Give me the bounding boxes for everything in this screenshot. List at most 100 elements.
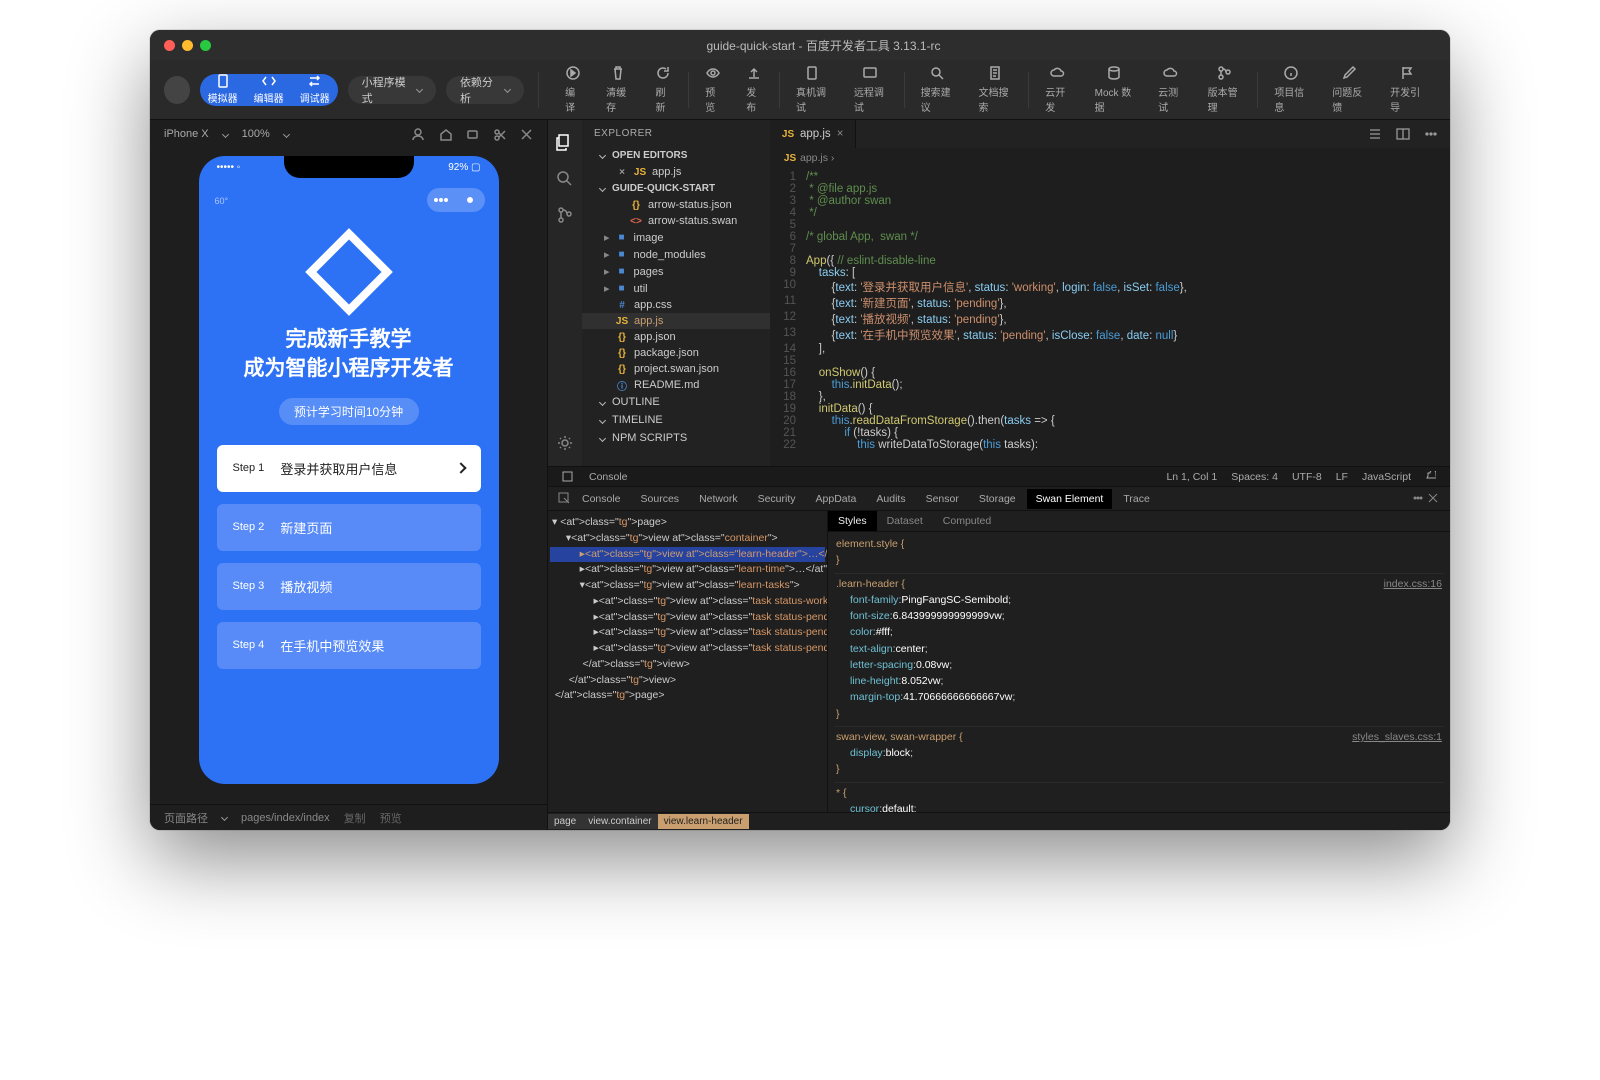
- breadcrumb-item[interactable]: view.learn-header: [658, 814, 749, 829]
- code-line[interactable]: 3 * @author swan: [770, 195, 1450, 207]
- folder-item[interactable]: ▸■image: [582, 229, 770, 246]
- dom-node[interactable]: ▸<at">class="tg">view at">class="learn-h…: [550, 547, 825, 563]
- close-icon[interactable]: ×: [616, 166, 628, 178]
- capsule-button[interactable]: [427, 188, 485, 212]
- file-item[interactable]: {}app.json: [582, 329, 770, 345]
- code-line[interactable]: 4 */: [770, 207, 1450, 219]
- code-line[interactable]: 7: [770, 243, 1450, 255]
- dom-node[interactable]: </at">class="tg">view>: [550, 657, 825, 673]
- code-line[interactable]: 11 {text: '新建页面', status: 'pending'},: [770, 295, 1450, 311]
- devtools-tab[interactable]: Audits: [867, 489, 914, 509]
- code-line[interactable]: 1/**: [770, 171, 1450, 183]
- eol[interactable]: LF: [1336, 471, 1348, 483]
- more-icon[interactable]: [1412, 492, 1425, 505]
- minimize-dot-icon[interactable]: [182, 40, 193, 51]
- outline-section[interactable]: OUTLINE: [582, 393, 770, 411]
- dom-node[interactable]: ▸<at">class="tg">view at">class="task st…: [550, 594, 825, 610]
- dependency-dropdown[interactable]: 依赖分析: [446, 76, 524, 104]
- file-item[interactable]: #app.css: [582, 297, 770, 313]
- dom-node[interactable]: </at">class="tg">view>: [550, 673, 825, 689]
- css-rule[interactable]: index.css:16.learn-header {font-family:P…: [834, 574, 1444, 727]
- breadcrumb-item[interactable]: view.container: [582, 814, 657, 829]
- devtools-tab[interactable]: Sources: [632, 489, 689, 509]
- code-line[interactable]: 18 },: [770, 391, 1450, 403]
- dom-breadcrumb[interactable]: pageview.containerview.learn-header: [548, 812, 1450, 830]
- window-controls[interactable]: [164, 40, 211, 51]
- dom-node[interactable]: ▾<at">class="tg">view at">class="learn-t…: [550, 578, 825, 594]
- doc-search-button[interactable]: 文档搜索: [967, 66, 1025, 114]
- code-line[interactable]: 13 {text: '在手机中预览效果', status: 'pending',…: [770, 327, 1450, 343]
- code-line[interactable]: 12 {text: '播放视频', status: 'pending'},: [770, 311, 1450, 327]
- device-debug-button[interactable]: 真机调试: [784, 66, 842, 114]
- open-editor-item[interactable]: ×JSapp.js: [582, 164, 770, 180]
- devtools-tab[interactable]: Console: [573, 489, 630, 509]
- code-line[interactable]: 15: [770, 355, 1450, 367]
- mode-dropdown[interactable]: 小程序模式: [348, 76, 436, 104]
- dom-node[interactable]: ▾<at">class="tg">view at">class="contain…: [550, 531, 825, 547]
- dom-node[interactable]: </at">class="tg">page>: [550, 688, 825, 704]
- zoom-dot-icon[interactable]: [200, 40, 211, 51]
- console-link[interactable]: Console: [589, 471, 628, 483]
- more-icon[interactable]: [1424, 127, 1438, 141]
- simulator-tab[interactable]: 模拟器: [200, 74, 246, 106]
- folder-item[interactable]: ▸■util: [582, 280, 770, 297]
- bell-icon[interactable]: [1425, 471, 1436, 482]
- refresh-button[interactable]: 刷新: [643, 66, 684, 114]
- source-control-icon[interactable]: [556, 206, 574, 224]
- dom-node[interactable]: ▸<at">class="tg">view at">class="learn-t…: [550, 562, 825, 578]
- source-link[interactable]: styles_slaves.css:1: [1352, 729, 1442, 745]
- task-item[interactable]: Step 3播放视频: [217, 563, 481, 610]
- code-line[interactable]: 16 onShow() {: [770, 367, 1450, 379]
- file-item[interactable]: {}arrow-status.json: [582, 197, 770, 213]
- search-suggest-button[interactable]: 搜索建议: [909, 66, 967, 114]
- inspect-icon[interactable]: [558, 492, 571, 505]
- code-line[interactable]: 6/* global App, swan */: [770, 231, 1450, 243]
- devtools-tab[interactable]: Trace: [1114, 489, 1158, 509]
- task-item[interactable]: Step 2新建页面: [217, 504, 481, 551]
- devtools-tab[interactable]: Sensor: [917, 489, 968, 509]
- folder-item[interactable]: ▸■pages: [582, 263, 770, 280]
- dom-node[interactable]: ▸<at">class="tg">view at">class="task st…: [550, 610, 825, 626]
- feedback-button[interactable]: 问题反馈: [1320, 66, 1378, 114]
- device-select[interactable]: iPhone X: [164, 128, 209, 140]
- breadcrumb-item[interactable]: page: [548, 814, 582, 829]
- version-button[interactable]: 版本管理: [1196, 66, 1254, 114]
- cursor-pos[interactable]: Ln 1, Col 1: [1166, 471, 1217, 483]
- debugger-tab[interactable]: 调试器: [292, 74, 338, 106]
- dom-node[interactable]: ▸<at">class="tg">view at">class="task st…: [550, 625, 825, 641]
- code-line[interactable]: 2 * @file app.js: [770, 183, 1450, 195]
- user-avatar[interactable]: [164, 76, 190, 104]
- code-line[interactable]: 20 this.readDataFromStorage().then(tasks…: [770, 415, 1450, 427]
- devtools-tab[interactable]: Security: [749, 489, 805, 509]
- close-icon[interactable]: ×: [837, 128, 844, 140]
- search-icon[interactable]: [556, 170, 574, 188]
- cut-icon[interactable]: [493, 128, 506, 141]
- code-line[interactable]: 19 initData() {: [770, 403, 1450, 415]
- folder-item[interactable]: ▸■node_modules: [582, 246, 770, 263]
- npm-scripts-section[interactable]: NPM SCRIPTS: [582, 429, 770, 447]
- task-item[interactable]: Step 1登录并获取用户信息: [217, 445, 481, 492]
- close-dot-icon[interactable]: [164, 40, 175, 51]
- task-item[interactable]: Step 4在手机中预览效果: [217, 622, 481, 669]
- encoding[interactable]: UTF-8: [1292, 471, 1322, 483]
- editor-tab[interactable]: 编辑器: [246, 74, 292, 106]
- code-line[interactable]: 8App({ // eslint-disable-line: [770, 255, 1450, 267]
- home-icon[interactable]: [439, 128, 452, 141]
- file-item[interactable]: ⓘREADME.md: [582, 377, 770, 393]
- rotate-icon[interactable]: [466, 128, 479, 141]
- file-item[interactable]: <>arrow-status.swan: [582, 213, 770, 229]
- devtools-tab[interactable]: Network: [690, 489, 747, 509]
- styles-tab[interactable]: Styles: [828, 511, 877, 531]
- clear-cache-button[interactable]: 清缓存: [594, 66, 643, 114]
- remote-debug-button[interactable]: 远程调试: [842, 66, 900, 114]
- css-rule[interactable]: * {cursor:default;}: [834, 783, 1444, 812]
- editor-tab-appjs[interactable]: JSapp.js×: [770, 120, 856, 148]
- project-root[interactable]: GUIDE-QUICK-START: [582, 180, 770, 197]
- timeline-section[interactable]: TIMELINE: [582, 411, 770, 429]
- file-item[interactable]: {}project.swan.json: [582, 361, 770, 377]
- devtools-tab[interactable]: Storage: [970, 489, 1025, 509]
- computed-tab[interactable]: Computed: [933, 511, 1001, 531]
- code-line[interactable]: 9 tasks: [: [770, 267, 1450, 279]
- copy-link[interactable]: 复制: [344, 810, 366, 826]
- publish-button[interactable]: 发布: [734, 66, 775, 114]
